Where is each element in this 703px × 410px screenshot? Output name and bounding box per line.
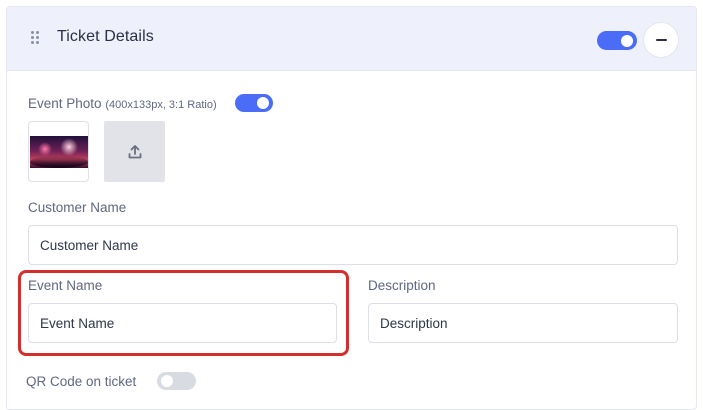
upload-icon <box>128 144 141 158</box>
minus-icon <box>655 39 667 41</box>
card-title: Ticket Details <box>57 28 154 45</box>
concert-image <box>30 136 88 168</box>
description-input[interactable] <box>368 303 678 343</box>
customer-name-label: Customer Name <box>28 200 127 215</box>
ticket-details-toggle[interactable] <box>597 31 637 50</box>
toggle-knob <box>161 375 173 387</box>
event-photo-hint: (400x133px, 3:1 Ratio) <box>105 99 217 111</box>
qr-code-toggle[interactable] <box>157 372 196 390</box>
event-name-highlight <box>18 270 349 356</box>
event-photo-toggle[interactable] <box>235 94 273 112</box>
event-photo-label-text: Event Photo <box>28 96 102 111</box>
toggle-knob <box>621 34 633 47</box>
drag-handle-icon[interactable] <box>31 31 41 45</box>
event-photo-label: Event Photo (400x133px, 3:1 Ratio) <box>28 96 217 111</box>
card-header: Ticket Details <box>7 7 696 71</box>
event-photo-thumbnail[interactable] <box>28 121 89 182</box>
upload-photo-button[interactable] <box>104 121 165 182</box>
ticket-details-card: Ticket Details Event Photo (400x133px, 3… <box>6 6 697 410</box>
description-label: Description <box>368 278 436 293</box>
qr-code-label: QR Code on ticket <box>26 374 137 389</box>
customer-name-input[interactable] <box>28 225 678 265</box>
collapse-button[interactable] <box>643 22 679 58</box>
toggle-knob <box>257 97 269 109</box>
